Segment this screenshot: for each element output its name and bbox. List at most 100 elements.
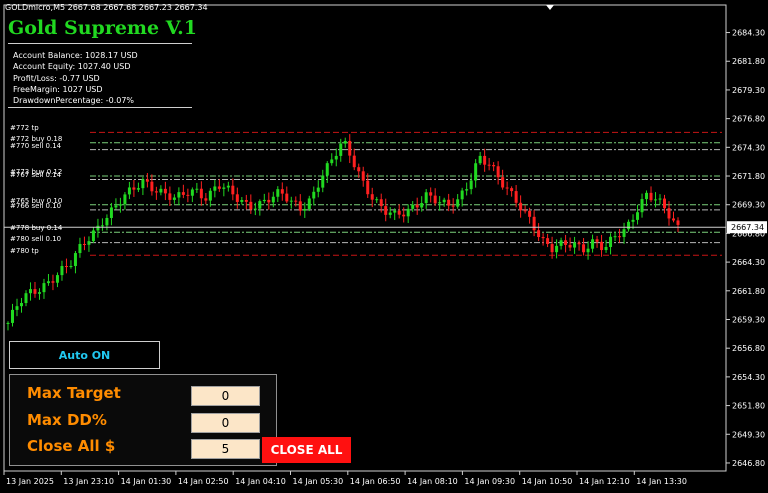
candle-body <box>226 185 230 188</box>
time-tick-label: 14 Jan 10:50 <box>522 477 573 486</box>
candle-body <box>397 210 401 215</box>
candle-body <box>676 220 680 225</box>
candle-body <box>285 193 289 202</box>
time-tick-label: 13 Jan 2025 <box>6 477 54 486</box>
candle-body <box>627 221 631 230</box>
time-tick-label: 14 Jan 12:10 <box>579 477 630 486</box>
price-tick-label: 2671.80 <box>732 172 765 181</box>
close-all-button[interactable]: CLOSE ALL <box>262 437 351 463</box>
candle-body <box>316 187 320 192</box>
candle-body <box>613 236 617 238</box>
candle-body <box>442 199 446 203</box>
candle-body <box>100 225 104 227</box>
candle-body <box>168 193 172 200</box>
time-tick-label: 13 Jan 23:10 <box>63 477 114 486</box>
auto-toggle-button[interactable]: Auto ON <box>9 341 160 369</box>
candle-body <box>51 281 55 283</box>
candle-body <box>15 306 19 310</box>
candle-body <box>483 155 487 165</box>
candle-body <box>654 199 658 201</box>
candle-body <box>433 195 437 204</box>
candle-body <box>330 159 334 164</box>
candle-body <box>649 192 653 201</box>
price-tick-label: 2676.80 <box>732 115 765 124</box>
candle-body <box>87 241 91 245</box>
candle-body <box>60 266 64 276</box>
profit-loss: Profit/Loss: -0.77 USD <box>13 73 100 83</box>
time-tick-label: 14 Jan 06:50 <box>350 477 401 486</box>
candle-body <box>568 244 572 248</box>
order-label: #778 buy 0.14 <box>10 224 63 233</box>
max-dd-input[interactable]: 0 <box>191 413 260 433</box>
candle-body <box>213 186 217 191</box>
candle-body <box>96 225 100 231</box>
price-tick-label: 2656.80 <box>732 344 765 353</box>
price-tick-label: 2646.80 <box>732 459 765 468</box>
time-axis: 13 Jan 2025 13 Jan 23:10 14 Jan 01:30 14 Ja… <box>3 471 687 486</box>
price-tick-label: 2664.30 <box>732 258 765 267</box>
close-all-amount-input[interactable]: 5 <box>191 439 260 459</box>
time-tick-label: 14 Jan 09:30 <box>464 477 515 486</box>
candle-body <box>177 192 181 198</box>
candle-body <box>231 185 235 195</box>
candle-body <box>366 180 370 195</box>
candle-body <box>663 198 667 209</box>
candle-body <box>163 188 167 194</box>
candle-body <box>550 244 554 253</box>
price-axis: 2684.30 2681.80 2679.30 2676.80 2674.30 2671.… <box>726 29 765 468</box>
candle-body <box>577 242 581 245</box>
candle-body <box>42 283 46 293</box>
candle-body <box>258 201 262 209</box>
candle-body <box>262 199 266 202</box>
candle-body <box>276 189 280 197</box>
candle-body <box>456 199 460 207</box>
price-tick-label: 2679.30 <box>732 86 765 95</box>
candle-body <box>622 229 626 237</box>
candle-body <box>114 205 118 208</box>
candle-body <box>537 230 541 238</box>
order-label: #770 sell 0.14 <box>10 141 62 150</box>
candle-body <box>136 188 140 190</box>
candle-body <box>595 239 599 242</box>
control-panel: Max Target 0 Max DD% 0 Close All $ 5 <box>9 374 277 466</box>
account-info: Account Balance: 1028.17 USD Account Equ… <box>13 50 138 106</box>
candle-body <box>10 309 14 323</box>
candle-body <box>460 190 464 200</box>
price-tick-label: 2674.30 <box>732 143 765 152</box>
candle-body <box>379 199 383 207</box>
price-tick-label: 2654.30 <box>732 373 765 382</box>
candle-body <box>631 219 635 222</box>
current-price-label: 2667.34 <box>731 223 764 232</box>
candle-body <box>145 179 149 182</box>
price-tick-label: 2681.80 <box>732 57 765 66</box>
candle-body <box>244 199 248 202</box>
price-tick-label: 2649.30 <box>732 430 765 439</box>
candle-body <box>672 218 676 221</box>
time-tick-label: 14 Jan 08:10 <box>407 477 458 486</box>
candle-body <box>604 246 608 251</box>
candle-body <box>321 175 325 188</box>
candle-body <box>586 248 590 253</box>
free-margin: FreeMargin: 1027 USD <box>13 84 103 94</box>
candle-body <box>64 266 68 268</box>
candle-body <box>298 201 302 211</box>
candle-body <box>429 192 433 196</box>
candle-body <box>82 243 86 245</box>
candle-body <box>195 188 199 190</box>
candle-body <box>640 199 644 213</box>
candle-body <box>474 163 478 181</box>
candle-body <box>519 202 523 211</box>
candle-body <box>667 208 671 219</box>
candle-body <box>546 238 550 245</box>
candle-body <box>514 191 518 203</box>
candle-body <box>487 164 491 166</box>
max-target-input[interactable]: 0 <box>191 386 260 406</box>
candle-body <box>105 217 109 226</box>
candle-body <box>127 187 131 195</box>
candle-body <box>447 199 451 206</box>
candle-body <box>28 289 32 294</box>
close-all-amount-label: Close All $ <box>27 437 116 455</box>
candle-body <box>294 200 298 202</box>
candle-body <box>591 239 595 249</box>
candle-body <box>357 167 361 172</box>
